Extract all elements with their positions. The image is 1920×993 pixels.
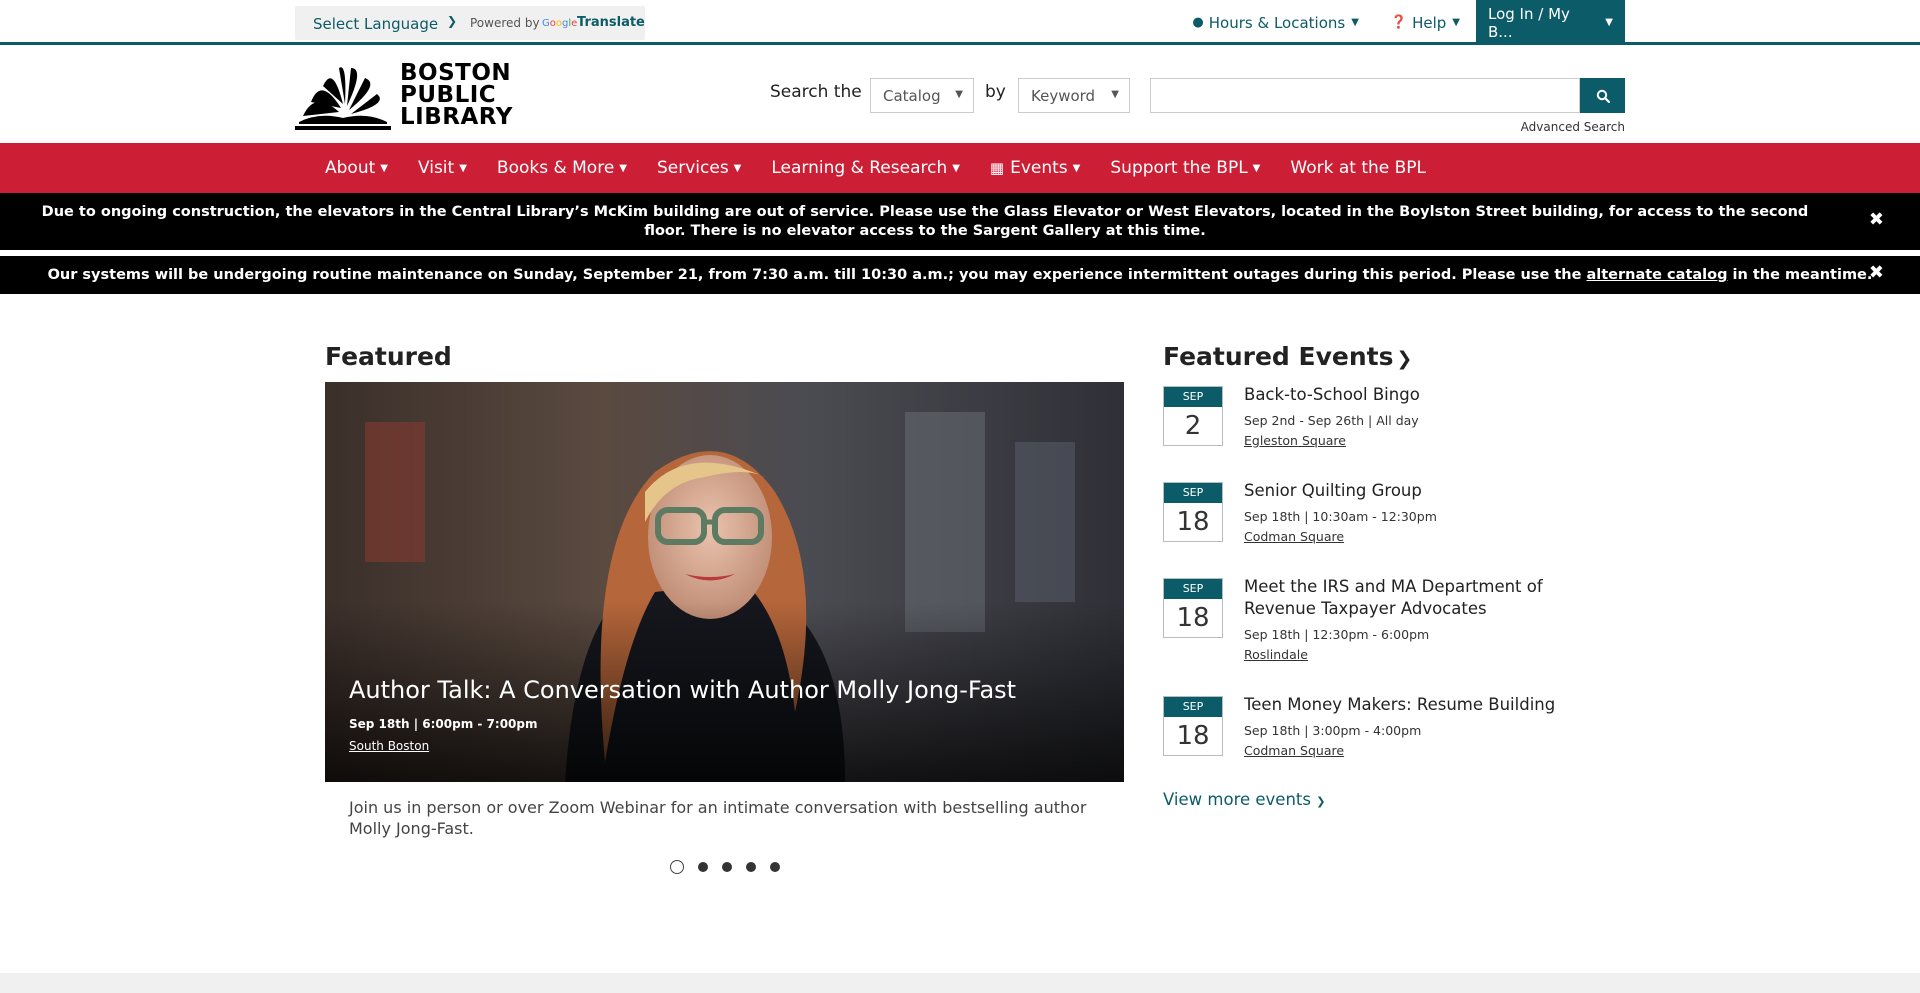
- alternate-catalog-link[interactable]: alternate catalog: [1586, 267, 1727, 283]
- utility-bar: Select Language ❯ Powered by Google Tran…: [0, 0, 1920, 45]
- bpl-logo-text: BOSTON PUBLIC LIBRARY: [400, 60, 513, 130]
- calendar-date-badge: SEP 2: [1163, 386, 1223, 446]
- chevron-down-icon: ▼: [1351, 17, 1359, 28]
- carousel-dot[interactable]: [722, 862, 732, 872]
- login-label: Log In / My B...: [1488, 4, 1570, 41]
- calendar-date-badge: SEP 18: [1163, 578, 1223, 638]
- login-menu-button[interactable]: Log In / My B... ▼: [1476, 0, 1625, 45]
- powered-by-label: Powered by: [470, 16, 540, 30]
- search-type-select[interactable]: Keyword ▼: [1018, 78, 1130, 113]
- chevron-down-icon: ▼: [1111, 89, 1119, 100]
- advanced-search-link[interactable]: Advanced Search: [1521, 120, 1625, 134]
- close-icon[interactable]: ✖: [1869, 263, 1884, 282]
- chevron-down-icon: ▼: [955, 89, 963, 100]
- hours-locations-menu[interactable]: ● Hours & Locations ▼: [1176, 0, 1374, 45]
- map-marker-icon: ●: [1192, 15, 1204, 30]
- chevron-down-icon: ▼: [733, 162, 742, 174]
- event-location-link[interactable]: Egleston Square: [1244, 433, 1346, 448]
- event-meta: Sep 2nd - Sep 26th | All day: [1244, 413, 1419, 428]
- view-more-events-link[interactable]: View more events ❯: [1163, 790, 1325, 809]
- chevron-down-icon: ▼: [1252, 162, 1261, 174]
- construction-alert: Due to ongoing construction, the elevato…: [0, 193, 1920, 250]
- event-title[interactable]: Teen Money Makers: Resume Building: [1244, 694, 1574, 716]
- close-icon[interactable]: ✖: [1869, 210, 1884, 229]
- event-meta: Sep 18th | 3:00pm - 4:00pm: [1244, 723, 1422, 738]
- main-nav: About ▼ Visit ▼ Books & More ▼ Services ▼ Le…: [0, 143, 1920, 193]
- hours-locations-label: Hours & Locations: [1208, 13, 1346, 32]
- chevron-down-icon: ▼: [1072, 162, 1081, 174]
- help-label: Help: [1412, 13, 1447, 32]
- carousel-dot[interactable]: [770, 862, 780, 872]
- chevron-down-icon: ▼: [1452, 17, 1460, 28]
- nav-services[interactable]: Services ▼: [642, 143, 756, 193]
- bpl-logo[interactable]: BOSTON PUBLIC LIBRARY: [295, 62, 515, 130]
- translate-link[interactable]: Translate: [577, 15, 645, 30]
- featured-description: Join us in person or over Zoom Webinar f…: [349, 798, 1087, 838]
- chevron-down-icon: ▼: [1605, 17, 1613, 28]
- event-title[interactable]: Meet the IRS and MA Department of Revenu…: [1244, 576, 1574, 620]
- search-the-label: Search the: [770, 82, 862, 102]
- nav-books-more[interactable]: Books & More ▼: [482, 143, 642, 193]
- featured-title[interactable]: Author Talk: A Conversation with Author …: [349, 676, 1016, 704]
- nav-about[interactable]: About ▼: [310, 143, 403, 193]
- footer-strip: [0, 973, 1920, 993]
- nav-learning-research[interactable]: Learning & Research ▼: [756, 143, 975, 193]
- search-button[interactable]: [1580, 78, 1625, 113]
- bpl-sunburst-icon: [295, 67, 391, 130]
- search-icon: [1596, 89, 1610, 103]
- nav-visit[interactable]: Visit ▼: [403, 143, 482, 193]
- featured-location-link[interactable]: South Boston: [349, 739, 429, 753]
- featured-carousel-slide[interactable]: Author Talk: A Conversation with Author …: [325, 382, 1124, 782]
- chevron-down-icon: ❯: [447, 14, 458, 28]
- chevron-down-icon: ▼: [459, 162, 467, 174]
- event-meta: Sep 18th | 10:30am - 12:30pm: [1244, 509, 1437, 524]
- event-title[interactable]: Senior Quilting Group: [1244, 480, 1574, 502]
- calendar-date-badge: SEP 18: [1163, 696, 1223, 756]
- calendar-date-badge: SEP 18: [1163, 482, 1223, 542]
- google-translate-widget[interactable]: Select Language ❯ Powered by Google Tran…: [295, 6, 645, 40]
- event-title[interactable]: Back-to-School Bingo: [1244, 384, 1574, 406]
- calendar-icon: ▦: [989, 159, 1005, 177]
- carousel-dot[interactable]: [746, 862, 756, 872]
- search-input[interactable]: [1150, 78, 1580, 113]
- help-menu[interactable]: ❓ Help ▼: [1375, 0, 1476, 45]
- carousel-dots: [670, 860, 794, 874]
- chevron-right-icon: ❯: [1316, 795, 1326, 808]
- featured-date: Sep 18th | 6:00pm - 7:00pm: [349, 717, 538, 731]
- chevron-down-icon: ▼: [380, 162, 388, 174]
- nav-events[interactable]: ▦ Events ▼: [975, 143, 1095, 193]
- search-scope-select[interactable]: Catalog ▼: [870, 78, 974, 113]
- event-location-link[interactable]: Codman Square: [1244, 743, 1344, 758]
- featured-events-heading[interactable]: Featured Events ❯: [1163, 342, 1412, 371]
- carousel-dot[interactable]: [698, 862, 708, 872]
- by-label: by: [985, 82, 1006, 102]
- utility-links: ● Hours & Locations ▼ ❓ Help ▼ Log In / …: [1176, 0, 1625, 45]
- event-meta: Sep 18th | 12:30pm - 6:00pm: [1244, 627, 1430, 642]
- select-language-dropdown[interactable]: Select Language: [313, 15, 438, 33]
- carousel-dot[interactable]: [670, 860, 684, 874]
- featured-heading: Featured: [325, 342, 452, 371]
- nav-support-bpl[interactable]: Support the BPL ▼: [1095, 143, 1275, 193]
- construction-alert-text: Due to ongoing construction, the elevato…: [41, 204, 1809, 239]
- chevron-down-icon: ▼: [952, 162, 960, 174]
- chevron-down-icon: ▼: [619, 162, 627, 174]
- chevron-right-icon: ❯: [1396, 348, 1413, 370]
- question-circle-icon: ❓: [1390, 15, 1408, 30]
- event-location-link[interactable]: Roslindale: [1244, 647, 1308, 662]
- google-logo: Google: [542, 18, 578, 29]
- nav-work-at-bpl[interactable]: Work at the BPL: [1275, 143, 1441, 193]
- event-location-link[interactable]: Codman Square: [1244, 529, 1344, 544]
- maintenance-alert: Our systems will be undergoing routine m…: [0, 256, 1920, 294]
